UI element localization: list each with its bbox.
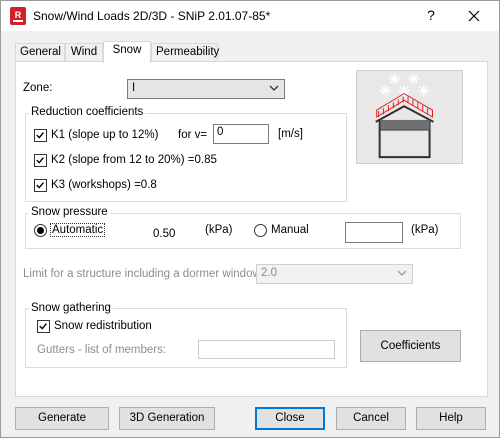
- app-icon: R: [10, 7, 26, 25]
- tab-general[interactable]: General: [15, 43, 65, 62]
- k2-checkbox[interactable]: [34, 154, 47, 167]
- k3-label: K3 (workshops) =0.8: [51, 179, 157, 191]
- title-bar: R Snow/Wind Loads 2D/3D - SNiP 2.01.07-8…: [1, 1, 499, 31]
- 3d-generation-button[interactable]: 3D Generation: [119, 407, 215, 430]
- tab-wind[interactable]: Wind: [65, 43, 103, 62]
- automatic-label: Automatic: [49, 223, 106, 237]
- help-button[interactable]: Help: [416, 407, 486, 430]
- snow-pressure-title: Snow pressure: [29, 206, 110, 218]
- reduction-title: Reduction coefficients: [29, 106, 146, 118]
- dormer-limit-select[interactable]: 2.0: [256, 264, 413, 284]
- close-button[interactable]: Close: [255, 407, 325, 430]
- chevron-down-icon: [269, 85, 279, 91]
- coefficients-button[interactable]: Coefficients: [360, 330, 461, 362]
- zone-label: Zone:: [23, 82, 53, 94]
- manual-unit-label: (kPa): [411, 224, 439, 236]
- manual-label: Manual: [271, 224, 309, 236]
- generate-button[interactable]: Generate: [15, 407, 109, 430]
- k2-label: K2 (slope from 12 to 20%) =0.85: [51, 154, 217, 166]
- dialog-window: R Snow/Wind Loads 2D/3D - SNiP 2.01.07-8…: [0, 0, 500, 438]
- help-title-button[interactable]: ?: [421, 7, 441, 25]
- k1-checkbox[interactable]: [34, 129, 47, 142]
- gutters-input[interactable]: [198, 340, 335, 359]
- snow-redistribution-label: Snow redistribution: [54, 320, 152, 332]
- v-value-input[interactable]: 0: [213, 124, 269, 144]
- close-icon[interactable]: [463, 5, 485, 27]
- manual-value-input[interactable]: [345, 222, 403, 243]
- k1-label: K1 (slope up to 12%): [51, 129, 159, 141]
- snow-pressure-unit: (kPa): [205, 224, 233, 236]
- v-unit-label: [m/s]: [278, 128, 303, 140]
- snow-pressure-value: 0.50: [153, 228, 176, 240]
- svg-text:R: R: [15, 10, 22, 20]
- snow-load-preview: [356, 70, 463, 164]
- cancel-button[interactable]: Cancel: [336, 407, 406, 430]
- tab-permeability[interactable]: Permeability: [151, 43, 219, 62]
- snow-gathering-group: [25, 308, 347, 368]
- zone-select[interactable]: I: [127, 79, 285, 99]
- zone-value: I: [132, 82, 136, 94]
- automatic-radio[interactable]: [34, 224, 47, 237]
- chevron-down-icon: [397, 270, 407, 276]
- dormer-limit-value: 2.0: [261, 267, 277, 279]
- tab-snow[interactable]: Snow: [103, 41, 151, 63]
- gutters-label: Gutters - list of members:: [37, 344, 167, 356]
- k3-checkbox[interactable]: [34, 179, 47, 192]
- building-snow-icon: [375, 72, 434, 159]
- snow-gathering-title: Snow gathering: [29, 302, 113, 314]
- snow-tab-panel: Zone: I Reduction coefficients K1 (slope…: [15, 61, 488, 397]
- manual-radio[interactable]: [254, 224, 267, 237]
- for-v-label: for v=: [178, 129, 208, 141]
- snow-redistribution-checkbox[interactable]: [37, 320, 50, 333]
- dormer-limit-label: Limit for a structure including a dormer…: [23, 268, 264, 280]
- window-title: Snow/Wind Loads 2D/3D - SNiP 2.01.07-85*: [33, 9, 271, 23]
